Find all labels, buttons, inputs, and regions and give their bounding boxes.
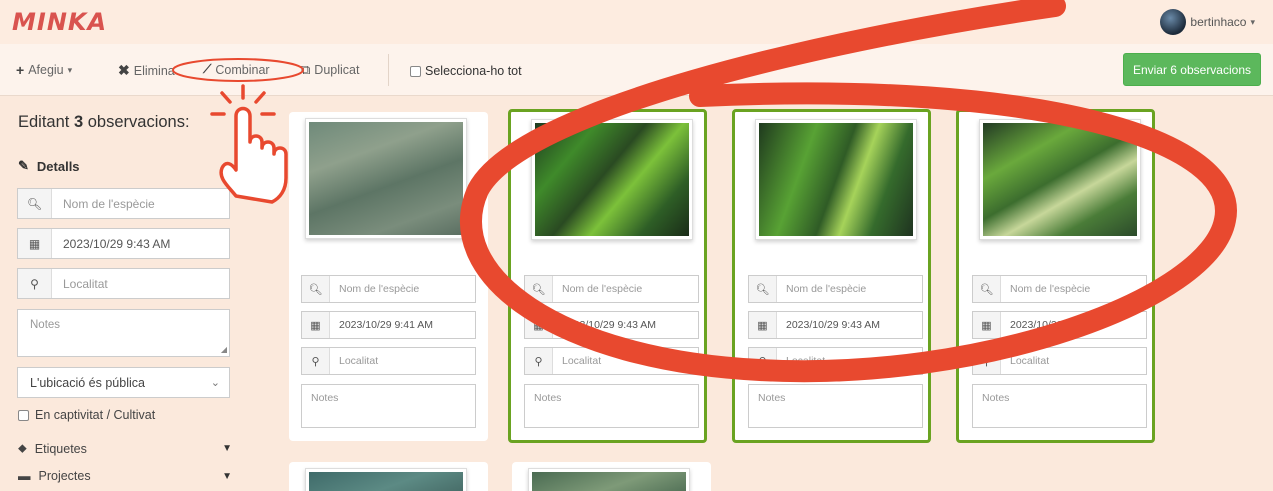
date-field[interactable]: ▦ 2023/10/29 9:43 AM [17, 228, 230, 259]
caret-down-icon: ▼ [222, 470, 232, 482]
batch-edit-panel: Editant 3 observacions: ✎ Detalls 🔍︎ Nom… [0, 96, 246, 491]
observation-card-selected[interactable]: 🔍︎ Nom de l'espècie ▦ 2023/10/29 9:43 AM… [956, 109, 1155, 443]
plus-icon: + [16, 62, 25, 78]
observation-photo[interactable] [531, 119, 693, 240]
card-species-field[interactable]: 🔍︎ Nom de l'espècie [972, 275, 1147, 303]
calendar-icon: ▦ [525, 312, 553, 338]
checkbox[interactable] [18, 409, 29, 421]
card-species-field[interactable]: 🔍︎ Nom de l'espècie [524, 275, 699, 303]
card-location-field[interactable]: ⚲ Localitat [748, 347, 923, 375]
observation-card[interactable] [512, 462, 711, 491]
search-icon: 🔍︎ [525, 276, 553, 302]
calendar-icon: ▦ [749, 312, 777, 338]
observation-photo[interactable] [755, 119, 917, 240]
observation-photo[interactable] [305, 468, 467, 491]
details-section-header: ✎ Detalls [18, 158, 80, 174]
map-marker-icon: ⚲ [18, 269, 52, 298]
minka-logo[interactable]: MINKA [12, 8, 107, 36]
card-location-field[interactable]: ⚲ Localitat [524, 347, 699, 375]
select-all-checkbox[interactable]: Selecciona-ho tot [410, 64, 522, 78]
calendar-icon: ▦ [302, 312, 330, 338]
send-observations-button[interactable]: Enviar 6 observacions [1122, 53, 1261, 86]
search-icon: 🔍︎ [302, 276, 330, 302]
projects-accordion[interactable]: ▬ Projectes ▼ [18, 469, 232, 483]
resize-grip-icon[interactable]: ◢ [221, 345, 227, 354]
caret-down-icon: ▼ [222, 443, 232, 454]
caret-down-icon: ▾ [67, 64, 73, 75]
map-marker-icon: ⚲ [525, 348, 553, 374]
observation-card[interactable] [289, 462, 488, 491]
card-species-field[interactable]: 🔍︎ Nom de l'espècie [748, 275, 923, 303]
search-icon: 🔍︎ [973, 276, 1001, 302]
delete-button[interactable]: ✖ Elimina [118, 62, 175, 79]
card-notes-field[interactable]: Notes [524, 384, 699, 428]
captivity-checkbox[interactable]: En captivitat / Cultivat [18, 408, 155, 422]
card-species-field[interactable]: 🔍︎ Nom de l'espècie [301, 275, 476, 303]
briefcase-icon: ▬ [18, 469, 31, 483]
duplicate-icon: ⧉ [301, 62, 311, 77]
times-icon: ✖ [118, 62, 130, 78]
notes-textarea[interactable]: Notes ◢ [17, 309, 230, 357]
card-location-field[interactable]: ⚲ Localitat [972, 347, 1147, 375]
card-date-field[interactable]: ▦ 2023/10/29 9:43 AM [748, 311, 923, 339]
map-marker-icon: ⚲ [302, 348, 330, 374]
observation-card-selected[interactable]: 🔍︎ Nom de l'espècie ▦ 2023/10/29 9:43 AM… [732, 109, 931, 443]
species-field[interactable]: 🔍︎ Nom de l'espècie [17, 188, 230, 219]
observation-card-selected[interactable]: 🔍︎ Nom de l'espècie ▦ 2023/10/29 9:43 AM… [508, 109, 707, 443]
pencil-icon: ✎ [18, 158, 29, 173]
user-menu[interactable]: bertinhaco ▾ [1160, 9, 1255, 35]
calendar-icon: ▦ [18, 229, 52, 258]
map-marker-icon: ⚲ [749, 348, 777, 374]
combine-button[interactable]: ⟋ Combinar [203, 62, 270, 77]
uploader-toolbar: + Afegiu ▾ ✖ Elimina ⟋ Combinar ⧉ Duplic… [0, 44, 1273, 96]
magic-wand-icon: ⟋ [203, 62, 212, 76]
tag-icon: ⬥ [18, 441, 27, 455]
card-notes-field[interactable]: Notes [301, 384, 476, 428]
duplicate-button[interactable]: ⧉ Duplicat [301, 62, 359, 78]
map-marker-icon: ⚲ [973, 348, 1001, 374]
card-notes-field[interactable]: Notes [972, 384, 1147, 428]
card-date-field[interactable]: ▦ 2023/10/29 9:43 AM [972, 311, 1147, 339]
top-navbar: MINKA bertinhaco ▾ [0, 0, 1273, 44]
tags-accordion[interactable]: ⬥ Etiquetes ▼ [18, 441, 232, 456]
search-icon: 🔍︎ [18, 189, 52, 218]
observation-photo[interactable] [305, 118, 467, 239]
panel-title: Editant 3 observacions: [18, 113, 190, 131]
privacy-select[interactable]: L'ubicació és pública ⌄ [17, 367, 230, 398]
card-date-field[interactable]: ▦ 2023/10/29 9:41 AM [301, 311, 476, 339]
username: bertinhaco [1190, 15, 1247, 29]
caret-down-icon: ▾ [1250, 16, 1255, 27]
location-field[interactable]: ⚲ Localitat [17, 268, 230, 299]
card-date-field[interactable]: ▦ 2023/10/29 9:43 AM [524, 311, 699, 339]
observation-photo[interactable] [979, 119, 1141, 240]
toolbar-divider [388, 54, 389, 86]
card-location-field[interactable]: ⚲ Localitat [301, 347, 476, 375]
chevron-down-icon: ⌄ [210, 377, 220, 389]
search-icon: 🔍︎ [749, 276, 777, 302]
user-avatar [1160, 9, 1187, 35]
observation-photo[interactable] [528, 468, 690, 491]
add-dropdown-button[interactable]: + Afegiu ▾ [16, 62, 72, 78]
card-notes-field[interactable]: Notes [748, 384, 923, 428]
checkbox[interactable] [410, 65, 421, 77]
calendar-icon: ▦ [973, 312, 1001, 338]
observation-card[interactable]: 🔍︎ Nom de l'espècie ▦ 2023/10/29 9:41 AM… [289, 112, 488, 441]
